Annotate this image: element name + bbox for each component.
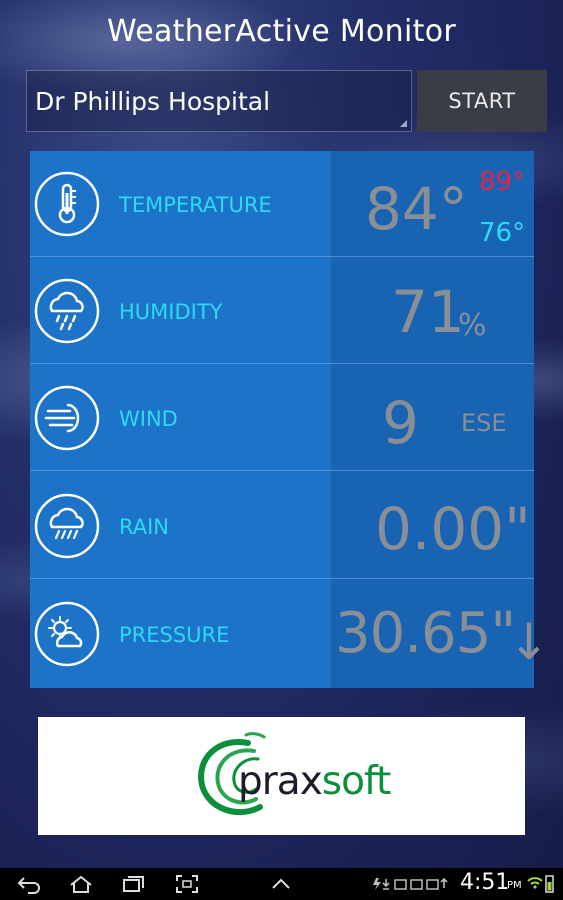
row-divider: [30, 363, 534, 364]
row-divider: [30, 470, 534, 471]
back-icon[interactable]: [16, 874, 42, 894]
thermometer-icon: [34, 171, 100, 237]
up-arrow-icon[interactable]: [268, 874, 294, 894]
wind-label: WIND: [119, 407, 178, 431]
humidity-row: HUMIDITY 71 %: [30, 258, 534, 364]
location-input[interactable]: Dr Phillips Hospital: [26, 70, 412, 132]
wind-speed-value: 9: [382, 389, 419, 457]
humidity-rain-icon: [34, 278, 100, 344]
notification-icons: [373, 877, 448, 890]
pressure-value: 30.65": [335, 601, 516, 666]
ad-banner[interactable]: praxsoft: [38, 717, 525, 835]
humidity-label: HUMIDITY: [119, 300, 223, 324]
row-divider: [30, 256, 534, 257]
app-title: WeatherActive Monitor: [107, 14, 456, 49]
rain-row: RAIN 0.00": [30, 473, 534, 579]
temperature-value: 84°: [365, 175, 468, 243]
rain-label: RAIN: [119, 515, 170, 539]
location-value: Dr Phillips Hospital: [35, 87, 271, 116]
screenshot-icon[interactable]: [174, 874, 200, 894]
pressure-row: PRESSURE 30.65" ↓: [30, 581, 550, 687]
start-button[interactable]: START: [417, 70, 547, 132]
temperature-high: 89°: [479, 167, 526, 197]
pressure-label: PRESSURE: [119, 623, 230, 647]
clock-time: 4:51: [460, 870, 510, 895]
temperature-label: TEMPERATURE: [119, 193, 272, 217]
system-navigation-bar: 4:51 PM: [0, 868, 563, 900]
row-divider: [30, 578, 534, 579]
rain-cloud-icon: [34, 493, 100, 559]
home-icon[interactable]: [68, 874, 94, 894]
rain-value: 0.00": [375, 495, 531, 563]
recent-apps-icon[interactable]: [120, 874, 146, 894]
logo-text-part2: soft: [321, 759, 392, 804]
wifi-battery-icon: [527, 875, 554, 893]
resize-handle-icon: [400, 120, 407, 127]
weather-panel: TEMPERATURE 84° 89° 76° HUMIDITY 71 % WI…: [30, 151, 550, 688]
pressure-trend-icon: ↓: [508, 613, 550, 671]
wind-icon: [34, 385, 100, 451]
sun-cloud-icon: [34, 601, 100, 667]
logo-text-part1: prax: [238, 759, 323, 804]
humidity-unit: %: [458, 308, 487, 343]
wind-row: WIND 9 ESE: [30, 365, 534, 471]
humidity-value: 71: [391, 278, 465, 346]
clock-ampm: PM: [507, 880, 522, 891]
praxsoft-logo-text: praxsoft: [238, 759, 392, 804]
wind-direction: ESE: [461, 409, 507, 437]
temperature-low: 76°: [479, 218, 526, 248]
temperature-row: TEMPERATURE 84° 89° 76°: [30, 151, 534, 257]
